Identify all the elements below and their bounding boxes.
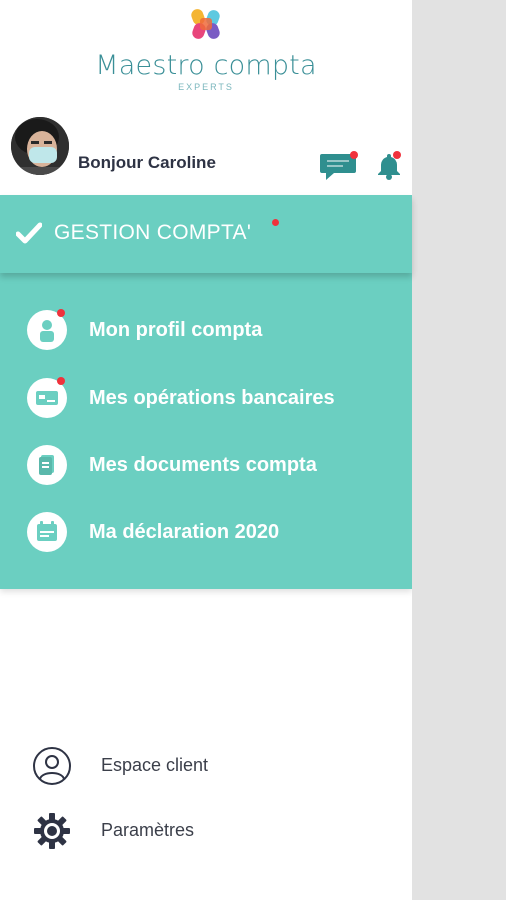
section-title: GESTION COMPTA' (54, 221, 252, 244)
operations-notification-dot (57, 377, 65, 385)
calendar-icon (27, 512, 67, 552)
chat-notification-dot (350, 151, 358, 159)
menu-list: Mon profil compta Mes opérations bancair… (0, 273, 412, 589)
menu-item-label: Mes documents compta (89, 454, 317, 476)
menu-item-declaration[interactable]: Ma déclaration 2020 (0, 503, 412, 561)
brand-logo: Maestro compta EXPERTS (0, 0, 412, 100)
footer-item-parametres[interactable]: Paramètres (0, 805, 412, 855)
gear-icon (34, 813, 70, 849)
menu-item-operations[interactable]: Mes opérations bancaires (0, 369, 412, 427)
footer-item-espace-client[interactable]: Espace client (0, 740, 412, 790)
avatar-photo (11, 117, 69, 175)
menu-item-label: Mes opérations bancaires (89, 387, 335, 409)
footer-item-label: Espace client (101, 755, 209, 775)
bell-notification-dot (393, 151, 401, 159)
menu-item-profil[interactable]: Mon profil compta (0, 301, 412, 359)
menu-item-label: Ma déclaration 2020 (89, 521, 280, 543)
logo-mark-icon (191, 9, 220, 39)
greeting-text: Bonjour Caroline (78, 153, 216, 172)
document-icon (27, 445, 67, 485)
navigation-drawer: Maestro compta EXPERTS Bonjour Caroline … (0, 0, 412, 900)
avatar[interactable] (11, 117, 69, 175)
brand-name: Maestro compta (95, 50, 317, 81)
brand-subtitle: EXPERTS (178, 82, 234, 92)
section-gestion-compta[interactable]: GESTION COMPTA' (0, 195, 412, 273)
menu-item-label: Mon profil compta (89, 319, 263, 341)
profil-notification-dot (57, 309, 65, 317)
menu-item-documents[interactable]: Mes documents compta (0, 436, 412, 494)
footer-item-label: Paramètres (101, 820, 195, 840)
person-circle-icon (33, 747, 71, 785)
dimmed-content-area[interactable] (412, 0, 506, 900)
check-icon (16, 222, 42, 244)
section-notification-dot (272, 219, 279, 226)
